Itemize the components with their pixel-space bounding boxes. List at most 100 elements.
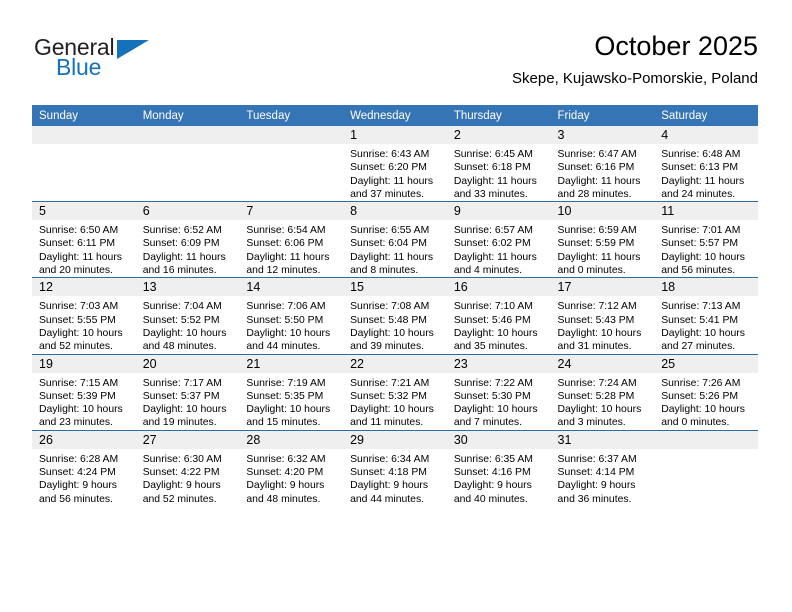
day-sun-info: Sunrise: 7:01 AM Sunset: 5:57 PM Daylight:… (654, 220, 758, 277)
sunset-text: Sunset: 5:35 PM (246, 390, 324, 402)
calendar-day-cell[interactable]: 5 Sunrise: 6:50 AM Sunset: 6:11 PM Daylight… (32, 201, 136, 278)
sunrise-text: Sunrise: 6:35 AM (453, 453, 533, 465)
calendar-day-cell[interactable]: 25 Sunrise: 7:26 AM Sunset: 5:26 PM Dayligh… (654, 353, 758, 431)
daylight-text-line1: Daylight: 10 hours (350, 404, 434, 416)
calendar-day-cell[interactable]: 28 Sunrise: 6:32 AM Sunset: 4:20 PM Dayligh… (239, 429, 344, 506)
calendar-day-cell[interactable]: 2 Sunrise: 6:45 AM Sunset: 6:18 PM Daylight… (446, 126, 551, 202)
daylight-text-line1: Daylight: 11 hours (350, 251, 434, 263)
sunrise-text: Sunrise: 6:37 AM (557, 453, 637, 465)
calendar-day-cell[interactable]: 16 Sunrise: 7:10 AM Sunset: 5:46 PM Dayligh… (446, 277, 551, 355)
sunrise-text: Sunrise: 6:57 AM (453, 225, 533, 237)
day-number: 5 (32, 202, 136, 221)
sunrise-text: Sunrise: 6:43 AM (350, 149, 430, 160)
daylight-text-line2: and 20 minutes. (39, 265, 113, 277)
general-blue-logo[interactable]: General Blue (34, 34, 234, 90)
day-sun-info: Sunrise: 6:55 AM Sunset: 6:04 PM Daylight:… (343, 220, 447, 277)
calendar-day-cell[interactable]: 7 Sunrise: 6:54 AM Sunset: 6:06 PM Daylight… (239, 201, 344, 278)
calendar-body: 1 Sunrise: 6:43 AM Sunset: 6:20 PM Daylight… (32, 126, 758, 506)
daylight-text-line1: Daylight: 11 hours (453, 251, 537, 263)
day-sun-info: Sunrise: 6:37 AM Sunset: 4:14 PM Daylight:… (551, 449, 655, 506)
sunset-text: Sunset: 5:39 PM (39, 390, 116, 402)
calendar-day-cell[interactable]: 4 Sunrise: 6:48 AM Sunset: 6:13 PM Daylight… (654, 126, 758, 202)
calendar-day-cell[interactable]: 11 Sunrise: 7:01 AM Sunset: 5:57 PM Dayligh… (654, 201, 758, 278)
weekday-header-monday: Monday (135, 105, 240, 126)
sunset-text: Sunset: 6:04 PM (350, 238, 427, 250)
calendar-day-cell[interactable]: 23 Sunrise: 7:22 AM Sunset: 5:30 PM Dayligh… (446, 353, 551, 431)
calendar-day-cell[interactable]: 21 Sunrise: 7:19 AM Sunset: 5:35 PM Dayligh… (239, 353, 344, 431)
day-sun-info: Sunrise: 7:12 AM Sunset: 5:43 PM Daylight:… (551, 296, 655, 353)
day-number (239, 126, 344, 144)
day-sun-info: Sunrise: 6:32 AM Sunset: 4:20 PM Daylight:… (239, 449, 343, 506)
daylight-text-line1: Daylight: 10 hours (246, 404, 331, 416)
daylight-text-line1: Daylight: 11 hours (557, 251, 641, 263)
calendar-day-cell[interactable]: 13 Sunrise: 7:04 AM Sunset: 5:52 PM Dayligh… (135, 277, 240, 355)
calendar-day-cell[interactable]: 15 Sunrise: 7:08 AM Sunset: 5:48 PM Dayligh… (343, 277, 447, 355)
daylight-text-line2: and 8 minutes. (350, 265, 419, 277)
sunrise-text: Sunrise: 6:54 AM (246, 225, 326, 237)
sunrise-text: Sunrise: 6:59 AM (557, 225, 637, 237)
calendar-day-cell[interactable]: 24 Sunrise: 7:24 AM Sunset: 5:28 PM Dayligh… (550, 353, 655, 431)
logo-text-blue: Blue (56, 54, 102, 80)
day-number: 6 (135, 202, 240, 221)
day-sun-info: Sunrise: 6:28 AM Sunset: 4:24 PM Daylight:… (32, 449, 136, 506)
daylight-text-line2: and 4 minutes. (453, 265, 522, 277)
sunrise-text: Sunrise: 6:28 AM (39, 453, 119, 465)
calendar-day-cell[interactable]: 10 Sunrise: 6:59 AM Sunset: 5:59 PM Dayligh… (550, 201, 655, 278)
day-sun-info: Sunrise: 6:48 AM Sunset: 6:13 PM Daylight:… (654, 144, 758, 201)
daylight-text-line1: Daylight: 10 hours (557, 404, 642, 416)
daylight-text-line1: Daylight: 9 hours (557, 480, 636, 492)
day-number: 10 (550, 202, 655, 221)
day-sun-info: Sunrise: 7:26 AM Sunset: 5:26 PM Daylight:… (654, 373, 758, 430)
sunset-text: Sunset: 6:02 PM (453, 238, 531, 250)
calendar-day-cell[interactable]: 30 Sunrise: 6:35 AM Sunset: 4:16 PM Dayligh… (446, 429, 551, 506)
daylight-text-line2: and 28 minutes. (557, 188, 632, 200)
daylight-text-line2: and 56 minutes. (39, 493, 113, 505)
daylight-text-line2: and 52 minutes. (142, 493, 217, 505)
calendar-day-cell[interactable]: 8 Sunrise: 6:55 AM Sunset: 6:04 PM Daylight… (343, 201, 447, 278)
sunset-text: Sunset: 5:55 PM (39, 314, 116, 326)
calendar-day-cell[interactable]: 6 Sunrise: 6:52 AM Sunset: 6:09 PM Daylight… (135, 201, 240, 278)
daylight-text-line2: and 36 minutes. (557, 493, 632, 505)
calendar-day-cell[interactable]: 12 Sunrise: 7:03 AM Sunset: 5:55 PM Dayligh… (32, 277, 136, 355)
calendar-day-cell[interactable]: 14 Sunrise: 7:06 AM Sunset: 5:50 PM Dayligh… (239, 277, 344, 355)
calendar-day-cell[interactable]: 1 Sunrise: 6:43 AM Sunset: 6:20 PM Daylight… (343, 126, 447, 202)
calendar-day-cell[interactable]: 17 Sunrise: 7:12 AM Sunset: 5:43 PM Dayligh… (550, 277, 655, 355)
sunset-text: Sunset: 5:32 PM (350, 390, 427, 402)
daylight-text-line1: Daylight: 10 hours (661, 404, 745, 416)
sunrise-text: Sunrise: 7:12 AM (557, 301, 637, 313)
calendar-day-cell[interactable]: 29 Sunrise: 6:34 AM Sunset: 4:18 PM Dayligh… (343, 429, 447, 506)
day-number: 30 (446, 430, 551, 449)
weekday-header-wednesday: Wednesday (343, 105, 447, 126)
weekday-header-row: Sunday Monday Tuesday Wednesday Thursday… (32, 105, 758, 126)
day-number: 15 (343, 278, 447, 297)
calendar-day-cell[interactable]: 26 Sunrise: 6:28 AM Sunset: 4:24 PM Dayligh… (32, 429, 136, 506)
sunrise-text: Sunrise: 7:08 AM (350, 301, 430, 313)
weekday-header-tuesday: Tuesday (239, 105, 344, 126)
sunrise-text: Sunrise: 6:47 AM (557, 149, 637, 160)
sunrise-text: Sunrise: 6:45 AM (453, 149, 533, 160)
day-sun-info: Sunrise: 7:10 AM Sunset: 5:46 PM Daylight:… (447, 296, 551, 353)
calendar-day-cell[interactable]: 18 Sunrise: 7:13 AM Sunset: 5:41 PM Dayligh… (654, 277, 758, 355)
calendar-day-cell[interactable]: 20 Sunrise: 7:17 AM Sunset: 5:37 PM Dayligh… (135, 353, 240, 431)
daylight-text-line1: Daylight: 11 hours (453, 175, 537, 187)
daylight-text-line2: and 44 minutes. (350, 493, 425, 505)
day-sun-info: Sunrise: 6:59 AM Sunset: 5:59 PM Daylight:… (551, 220, 655, 277)
calendar-week-row: 5 Sunrise: 6:50 AM Sunset: 6:11 PM Daylight… (32, 201, 758, 278)
calendar-day-cell[interactable]: 19 Sunrise: 7:15 AM Sunset: 5:39 PM Dayligh… (32, 353, 136, 431)
calendar-day-cell[interactable]: 9 Sunrise: 6:57 AM Sunset: 6:02 PM Daylight… (446, 201, 551, 278)
day-number: 2 (446, 126, 551, 144)
sunset-text: Sunset: 6:16 PM (557, 162, 635, 174)
calendar-day-cell[interactable]: 27 Sunrise: 6:30 AM Sunset: 4:22 PM Dayligh… (135, 429, 240, 506)
sunset-text: Sunset: 5:41 PM (661, 314, 739, 326)
calendar-week-row: 1 Sunrise: 6:43 AM Sunset: 6:20 PM Daylight… (32, 126, 758, 202)
calendar-day-cell[interactable]: 3 Sunrise: 6:47 AM Sunset: 6:16 PM Daylight… (550, 126, 655, 202)
daylight-text-line2: and 24 minutes. (661, 188, 736, 200)
day-number: 21 (239, 354, 344, 373)
sunset-text: Sunset: 6:13 PM (661, 162, 739, 174)
calendar-day-cell[interactable]: 31 Sunrise: 6:37 AM Sunset: 4:14 PM Dayligh… (550, 429, 655, 506)
daylight-text-line2: and 12 minutes. (246, 265, 321, 277)
weekday-header-friday: Friday (550, 105, 655, 126)
calendar-day-cell[interactable]: 22 Sunrise: 7:21 AM Sunset: 5:32 PM Dayligh… (343, 353, 447, 431)
daylight-text-line1: Daylight: 10 hours (39, 404, 123, 416)
sunrise-text: Sunrise: 7:24 AM (557, 377, 637, 389)
